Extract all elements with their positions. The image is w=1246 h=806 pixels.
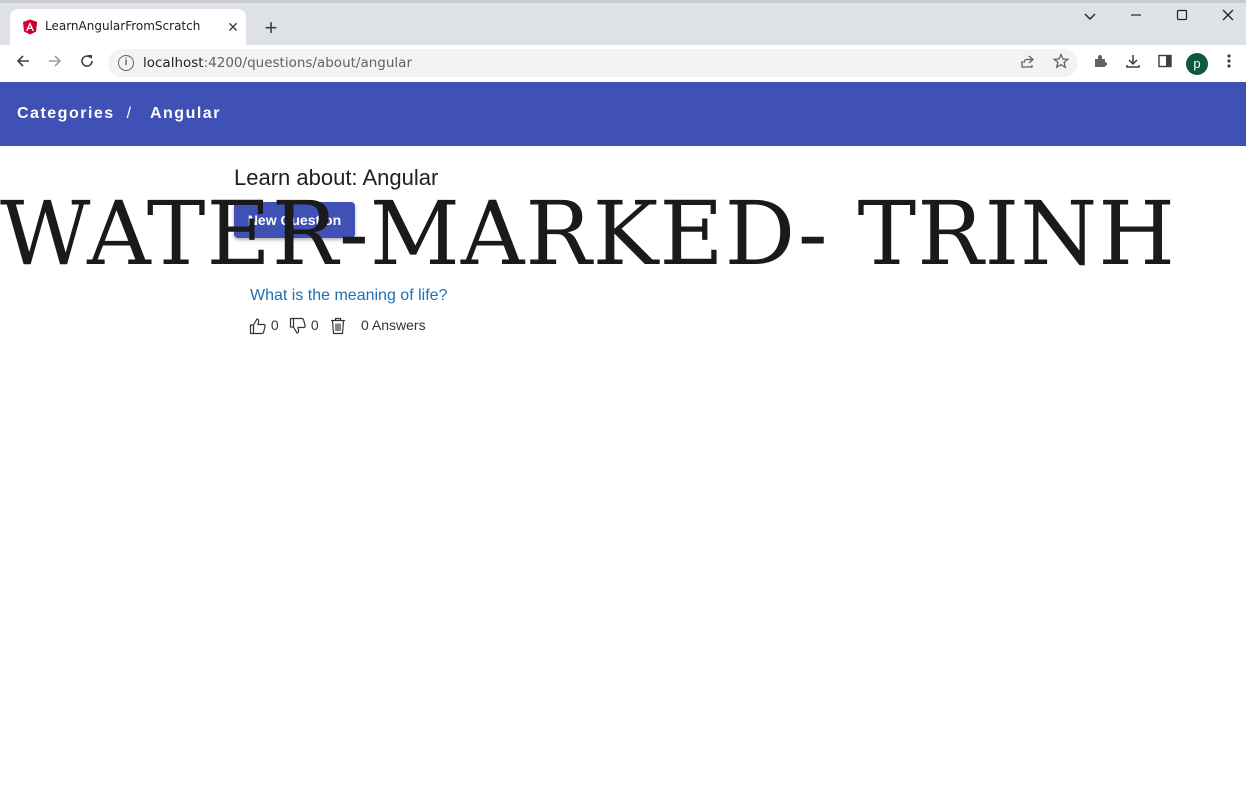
thumbs-up-icon [249, 317, 271, 335]
tab-close-icon[interactable]: ✕ [224, 18, 242, 36]
watermark-text: WATER-MARKED- TRINH [0, 182, 1176, 285]
page-title: Learn about: Angular [234, 165, 439, 190]
extensions-icon[interactable] [1090, 53, 1112, 75]
address-bar[interactable]: i localhost:4200/questions/about/angular [108, 49, 1078, 77]
breadcrumb: Categories / Angular [17, 105, 221, 123]
tab-title: LearnAngularFromScratch [45, 19, 201, 33]
active-tab[interactable]: LearnAngularFromScratch ✕ [10, 9, 246, 45]
delete-button[interactable] [330, 314, 346, 336]
tab-strip-topline [0, 0, 1246, 3]
breadcrumb-separator: / [126, 105, 133, 122]
profile-avatar[interactable]: p [1186, 53, 1208, 75]
breadcrumb-categories[interactable]: Categories [17, 105, 115, 122]
site-info-icon[interactable]: i [118, 55, 134, 71]
thumbs-down-icon [289, 317, 311, 334]
angular-logo-icon [22, 19, 38, 35]
url-text[interactable]: localhost:4200/questions/about/angular [143, 55, 412, 71]
tab-search-icon[interactable] [1075, 6, 1105, 28]
upvote-count: 0 [270, 317, 279, 333]
upvote-button[interactable]: 0 [249, 314, 279, 336]
download-icon[interactable] [1122, 53, 1144, 75]
side-panel-icon[interactable] [1154, 53, 1176, 75]
downvote-button[interactable]: 0 [289, 314, 319, 336]
bookmark-star-icon[interactable] [1051, 52, 1071, 73]
back-icon[interactable] [11, 51, 35, 75]
reload-icon[interactable] [75, 51, 99, 75]
url-host: localhost [143, 55, 204, 71]
menu-kebab-icon[interactable] [1218, 53, 1240, 75]
question-title-link[interactable]: What is the meaning of life? [250, 287, 447, 305]
new-question-button[interactable]: New Question [234, 202, 355, 238]
minimize-icon[interactable] [1121, 6, 1151, 28]
share-icon[interactable] [1018, 53, 1038, 73]
downvote-count: 0 [310, 317, 319, 333]
maximize-icon[interactable] [1167, 6, 1197, 28]
forward-icon[interactable] [43, 51, 67, 75]
browser-toolbar: i localhost:4200/questions/about/angular… [0, 45, 1246, 83]
trash-icon [330, 317, 346, 335]
url-path: :4200/questions/about/angular [203, 55, 412, 71]
app-toolbar: Categories / Angular [0, 82, 1246, 146]
close-window-icon[interactable] [1213, 6, 1243, 28]
tab-strip: LearnAngularFromScratch ✕ + [0, 0, 1246, 45]
new-tab-icon[interactable]: + [258, 16, 284, 42]
breadcrumb-current: Angular [149, 105, 221, 122]
answers-count[interactable]: 0 Answers [361, 314, 426, 336]
